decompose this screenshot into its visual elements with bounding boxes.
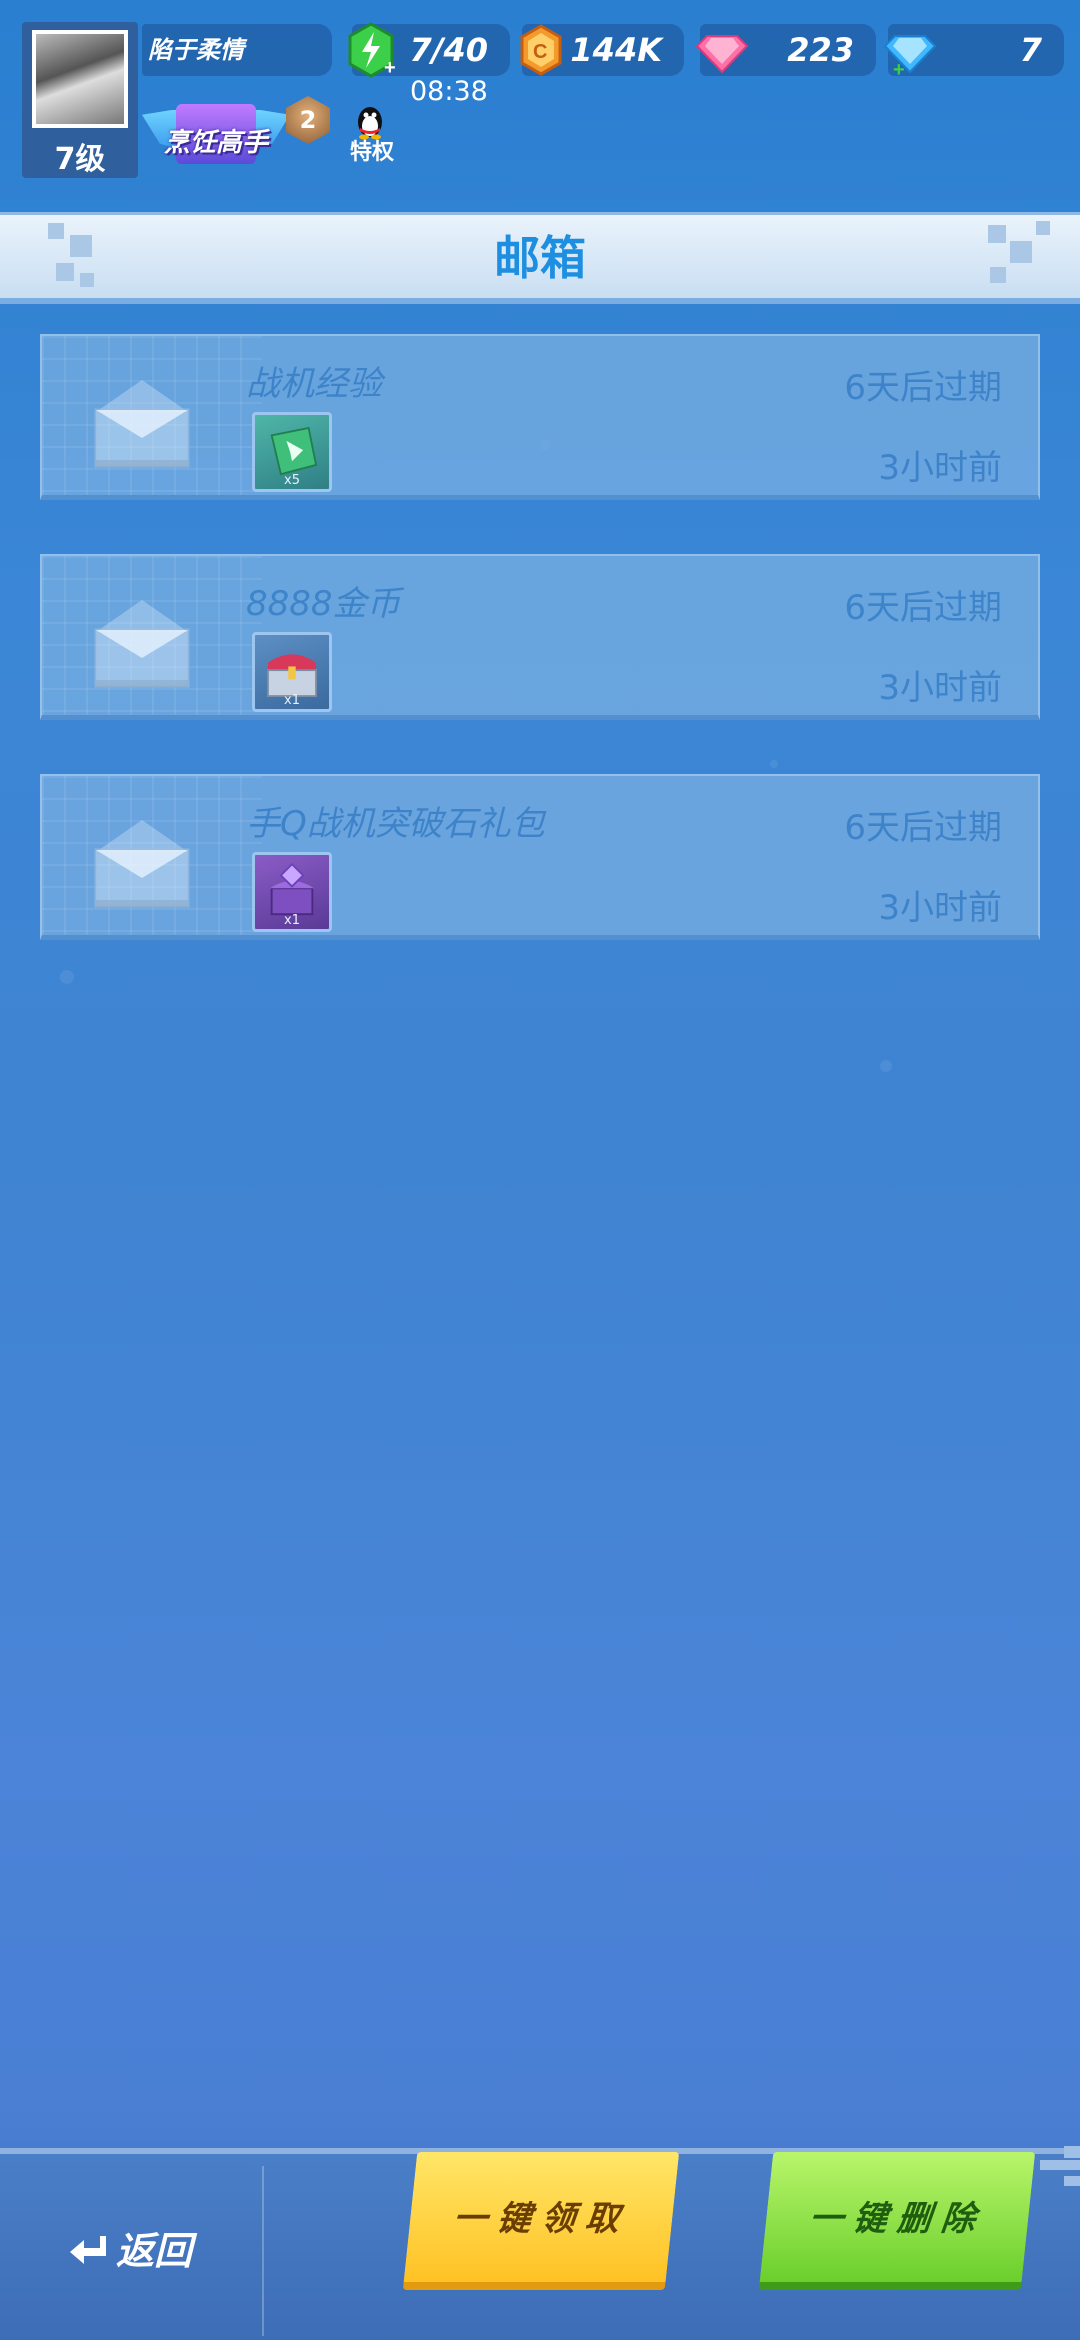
claim-all-button[interactable]: 一键领取 [402, 2152, 680, 2290]
mail-time: 3小时前 [878, 668, 1002, 708]
back-button[interactable]: 返回 [66, 2214, 216, 2278]
diamond-value: 7 [1019, 31, 1042, 69]
mail-title: 8888金币 [246, 584, 401, 624]
mail-item[interactable]: 8888金币 6天后过期 3小时前 x1 [40, 554, 1040, 720]
background-sparkle [770, 760, 778, 768]
stamina-plus-icon[interactable]: + [346, 22, 396, 78]
stamina-counter[interactable]: + 7/40 [348, 22, 510, 78]
clock-time: 08:38 [410, 76, 488, 107]
mail-expire: 6天后过期 [844, 808, 1002, 848]
opened-envelope-icon [94, 820, 190, 908]
coin-value: 144K [570, 31, 662, 69]
opened-envelope-icon [94, 380, 190, 468]
mail-title: 手Q战机突破石礼包 [246, 804, 545, 844]
privilege-label[interactable]: 特权 [350, 134, 394, 166]
back-button-label: 返回 [116, 2229, 193, 2273]
avatar[interactable] [32, 30, 128, 128]
mail-attachment[interactable]: x1 [252, 632, 332, 712]
player-avatar-card[interactable]: 7级 [22, 22, 138, 178]
mail-attachment[interactable]: x5 [252, 412, 332, 492]
background-sparkle [880, 1060, 892, 1072]
mailbox-header: 邮箱 [0, 212, 1080, 304]
player-level: 7级 [54, 142, 106, 177]
mail-time: 3小时前 [878, 888, 1002, 928]
mail-item[interactable]: 战机经验 6天后过期 3小时前 x5 [40, 334, 1040, 500]
delete-all-button[interactable]: 一键删除 [758, 2152, 1036, 2290]
mail-expire: 6天后过期 [844, 368, 1002, 408]
corner-pixel-decoration [1040, 2146, 1080, 2186]
mail-item[interactable]: 手Q战机突破石礼包 6天后过期 3小时前 x1 [40, 774, 1040, 940]
mail-title: 战机经验 [246, 364, 382, 404]
avatar-image [36, 34, 124, 124]
mail-attachment[interactable]: x1 [252, 852, 332, 932]
back-arrow-icon [70, 2236, 106, 2264]
svg-text:C: C [533, 41, 547, 63]
page-title: 邮箱 [494, 231, 586, 285]
attachment-quantity: x1 [284, 693, 300, 708]
player-nickname: 陷于柔情 [142, 24, 332, 76]
pink-gem-value: 223 [787, 31, 854, 69]
attachment-quantity: x1 [284, 913, 300, 928]
diamond-counter[interactable]: + 7 [883, 24, 1064, 78]
coin-icon: C [520, 24, 562, 76]
background-sparkle [60, 970, 74, 984]
svg-text:+: + [384, 57, 396, 78]
opened-envelope-icon [94, 600, 190, 688]
pink-gem-icon [695, 35, 749, 74]
stamina-value: 7/40 [409, 31, 488, 69]
player-title-badge[interactable]: 烹饪高手 [142, 96, 290, 176]
svg-text:+: + [893, 59, 905, 78]
coin-counter[interactable]: C 144K [520, 24, 684, 76]
top-status-bar: 7级 陷于柔情 + 7/40 C 144K 223 + 7 08:38 烹饪高手… [0, 0, 1080, 200]
mail-expire: 6天后过期 [844, 588, 1002, 628]
diamond-plus-icon[interactable]: + [882, 22, 938, 78]
mail-time: 3小时前 [878, 448, 1002, 488]
rank-medal-icon[interactable]: 2 [286, 96, 330, 144]
pink-gem-counter[interactable]: 223 [695, 24, 876, 76]
bottom-divider [262, 2166, 264, 2336]
attachment-quantity: x5 [284, 473, 300, 488]
player-title-text: 烹饪高手 [163, 128, 268, 158]
